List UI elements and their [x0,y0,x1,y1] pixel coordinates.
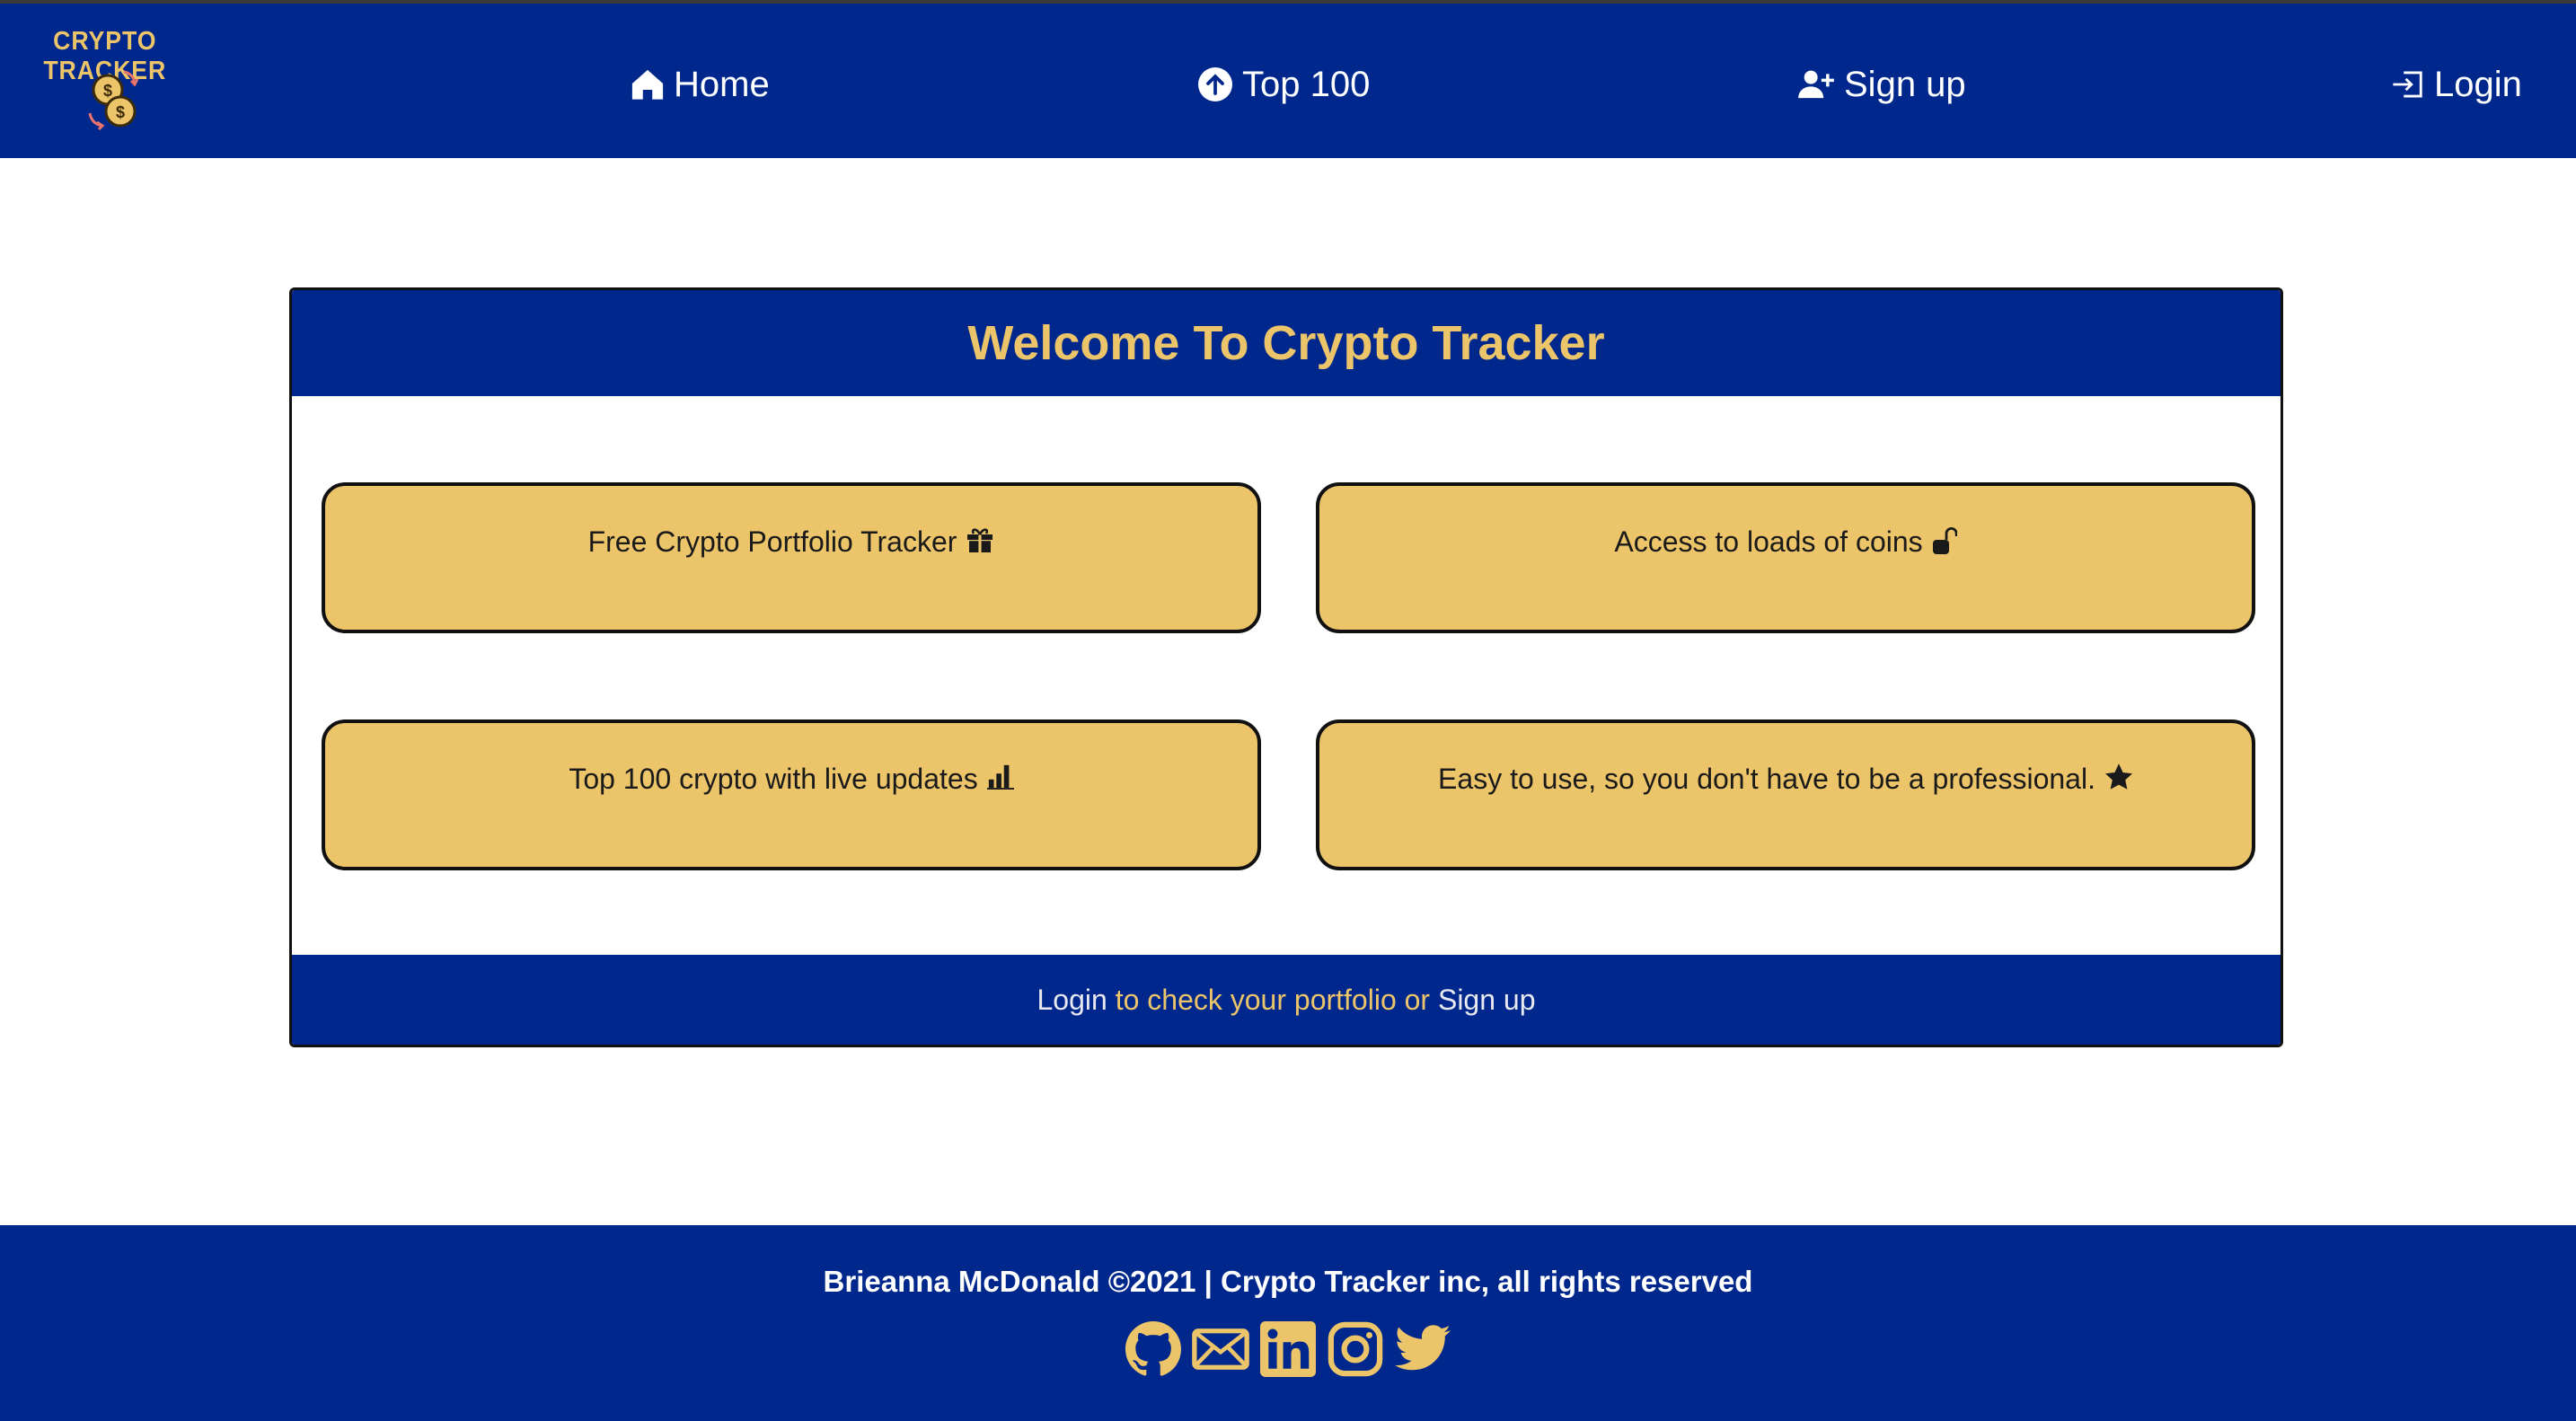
feature-text: Free Crypto Portfolio Tracker [587,525,957,558]
nav-top-100-label: Top 100 [1242,64,1371,104]
feature-portfolio-tracker: Free Crypto Portfolio Tracker [322,482,1261,633]
svg-text:$: $ [103,82,112,100]
nav-login[interactable]: Login [2391,57,2522,111]
feature-text: Access to loads of coins [1614,525,1923,558]
nav-login-label: Login [2434,64,2522,104]
unlock-icon [1932,525,1957,630]
feature-text: Top 100 crypto with live updates [569,763,978,795]
brand-logo[interactable]: CRYPTO TRACKER $ $ [20,27,205,140]
welcome-card: Welcome To Crypto Tracker Free Crypto Po… [289,287,2283,1047]
coins-icon: $ $ [88,70,139,131]
svg-text:$: $ [116,103,125,121]
navbar: CRYPTO TRACKER $ $ Home Top 100 Sign up … [0,4,2576,158]
feature-top-100-live: Top 100 crypto with live updates [322,719,1261,870]
copyright-text: Brieanna McDonald ©2021 | Crypto Tracker… [823,1265,1753,1298]
feature-loads-of-coins: Access to loads of coins [1316,482,2255,633]
footer-signup-link[interactable]: Sign up [1438,984,1536,1017]
nav-home-label: Home [674,64,770,104]
gift-icon [966,525,994,630]
twitter-icon[interactable] [1394,1320,1451,1378]
envelope-icon[interactable] [1192,1320,1249,1378]
person-plus-icon [1798,70,1834,99]
linkedin-icon[interactable] [1259,1320,1317,1378]
social-links [1125,1317,1451,1381]
welcome-title: Welcome To Crypto Tracker [967,316,1605,370]
bar-chart-icon [986,763,1014,867]
house-icon [631,69,664,100]
welcome-card-footer: Login to check your portfolio or Sign up [292,955,2280,1045]
page-footer: Brieanna McDonald ©2021 | Crypto Tracker… [0,1225,2576,1421]
box-arrow-in-icon [2393,71,2422,98]
footer-login-link[interactable]: Login [1037,984,1107,1017]
nav-top-100[interactable]: Top 100 [1197,57,1370,111]
feature-easy-to-use: Easy to use, so you don't have to be a p… [1316,719,2255,870]
arrow-up-circle-icon [1198,67,1232,102]
instagram-icon[interactable] [1327,1320,1384,1378]
nav-sign-up[interactable]: Sign up [1797,57,1966,111]
nav-sign-up-label: Sign up [1844,64,1966,104]
feature-text: Easy to use, so you don't have to be a p… [1438,763,2095,795]
star-icon [2104,763,2133,867]
welcome-card-header: Welcome To Crypto Tracker [292,290,2280,396]
nav-home[interactable]: Home [631,57,770,111]
github-icon[interactable] [1125,1320,1182,1378]
footer-cta-text: to check your portfolio or [1115,983,1431,1016]
